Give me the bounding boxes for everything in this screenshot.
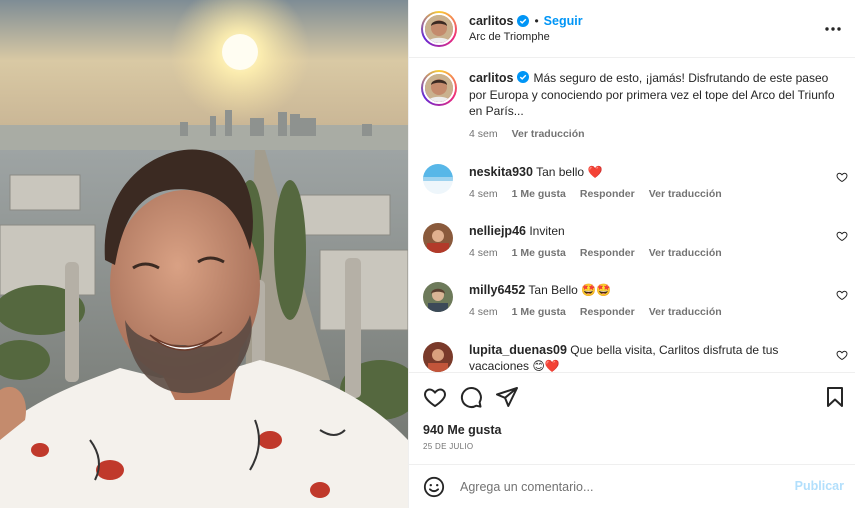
commenter-avatar[interactable]	[423, 342, 453, 372]
translate-button[interactable]: Ver traducción	[649, 306, 722, 318]
comment-likes[interactable]: 1 Me gusta	[512, 306, 566, 318]
comment-like-heart-icon[interactable]	[836, 230, 848, 242]
follow-button[interactable]: Seguir	[544, 14, 583, 28]
comment-item: neskita930 Tan bello ❤️ 4 sem 1 Me gusta…	[423, 164, 848, 200]
reply-button[interactable]: Responder	[580, 306, 635, 318]
commenter-username[interactable]: neskita930	[469, 165, 533, 179]
emoji-icon[interactable]	[423, 476, 445, 498]
comment-item: lupita_duenas09 Que bella visita, Carlit…	[423, 342, 848, 372]
commenter-avatar[interactable]	[423, 164, 453, 194]
comment-input[interactable]	[460, 479, 780, 494]
reply-button[interactable]: Responder	[580, 247, 635, 259]
commenter-avatar-image	[423, 164, 453, 194]
post-photo[interactable]	[0, 0, 408, 508]
share-icon[interactable]	[495, 385, 519, 409]
selfie-image	[0, 0, 408, 508]
publish-button[interactable]: Publicar	[795, 479, 844, 493]
comment-time[interactable]: 4 sem	[469, 306, 498, 318]
translate-button[interactable]: Ver traducción	[649, 188, 722, 200]
bookmark-icon[interactable]	[823, 385, 847, 409]
post-date: 25 DE JULIO	[423, 442, 474, 451]
more-options-icon[interactable]	[824, 20, 842, 38]
commenter-avatar[interactable]	[423, 282, 453, 312]
comment-like-heart-icon[interactable]	[836, 171, 848, 183]
post-actions: 940 Me gusta 25 DE JULIO	[409, 372, 855, 464]
commenter-username[interactable]: lupita_duenas09	[469, 343, 567, 357]
likes-count[interactable]: 940 Me gusta	[423, 423, 502, 437]
comment-emoji: 🤩🤩	[581, 283, 612, 297]
comment-emoji: ❤️	[587, 165, 603, 179]
commenter-username[interactable]: milly6452	[469, 283, 525, 297]
heart-icon[interactable]	[423, 385, 447, 409]
commenter-username[interactable]: nelliejp46	[469, 224, 526, 238]
comment-text: Tan bello	[536, 165, 585, 179]
caption-translate-button[interactable]: Ver traducción	[512, 128, 585, 140]
comment-likes[interactable]: 1 Me gusta	[512, 247, 566, 259]
comment-text: Tan Bello	[528, 283, 578, 297]
commenter-avatar-image	[423, 223, 453, 253]
post-location[interactable]: Arc de Triomphe	[469, 31, 583, 43]
post-caption: carlitos Más seguro de esto, ¡jamás! Disf…	[421, 70, 841, 140]
translate-button[interactable]: Ver traducción	[649, 247, 722, 259]
caption-time[interactable]: 4 sem	[469, 128, 498, 140]
comment-icon[interactable]	[459, 385, 483, 409]
comment-text: Inviten	[529, 224, 565, 238]
comment-emoji: 😊❤️	[532, 359, 560, 372]
post-header: carlitos • Seguir Arc de Triomphe	[409, 0, 855, 58]
verified-badge-icon	[517, 15, 530, 27]
add-comment-bar: Publicar	[409, 464, 855, 508]
commenter-avatar-image	[423, 282, 453, 312]
author-avatar-image	[425, 14, 453, 43]
caption-username[interactable]: carlitos	[469, 71, 513, 85]
comments-list[interactable]: carlitos Más seguro de esto, ¡jamás! Disf…	[409, 58, 855, 372]
comment-item: milly6452 Tan Bello 🤩🤩 4 sem 1 Me gusta …	[423, 282, 848, 318]
comment-time[interactable]: 4 sem	[469, 247, 498, 259]
author-avatar[interactable]	[421, 10, 457, 47]
reply-button[interactable]: Responder	[580, 188, 635, 200]
separator-dot: •	[534, 14, 539, 28]
caption-avatar-image	[425, 74, 453, 102]
caption-avatar[interactable]	[421, 70, 457, 106]
post-panel: carlitos • Seguir Arc de Triomphe carlit…	[408, 0, 855, 508]
commenter-avatar-image	[423, 342, 453, 372]
comment-item: nelliejp46 Inviten 4 sem 1 Me gusta Resp…	[423, 223, 848, 259]
comment-like-heart-icon[interactable]	[836, 289, 848, 301]
verified-badge-icon	[517, 71, 530, 83]
comment-like-heart-icon[interactable]	[836, 349, 848, 361]
comment-time[interactable]: 4 sem	[469, 188, 498, 200]
commenter-avatar[interactable]	[423, 223, 453, 253]
author-username[interactable]: carlitos	[469, 14, 513, 28]
comment-likes[interactable]: 1 Me gusta	[512, 188, 566, 200]
